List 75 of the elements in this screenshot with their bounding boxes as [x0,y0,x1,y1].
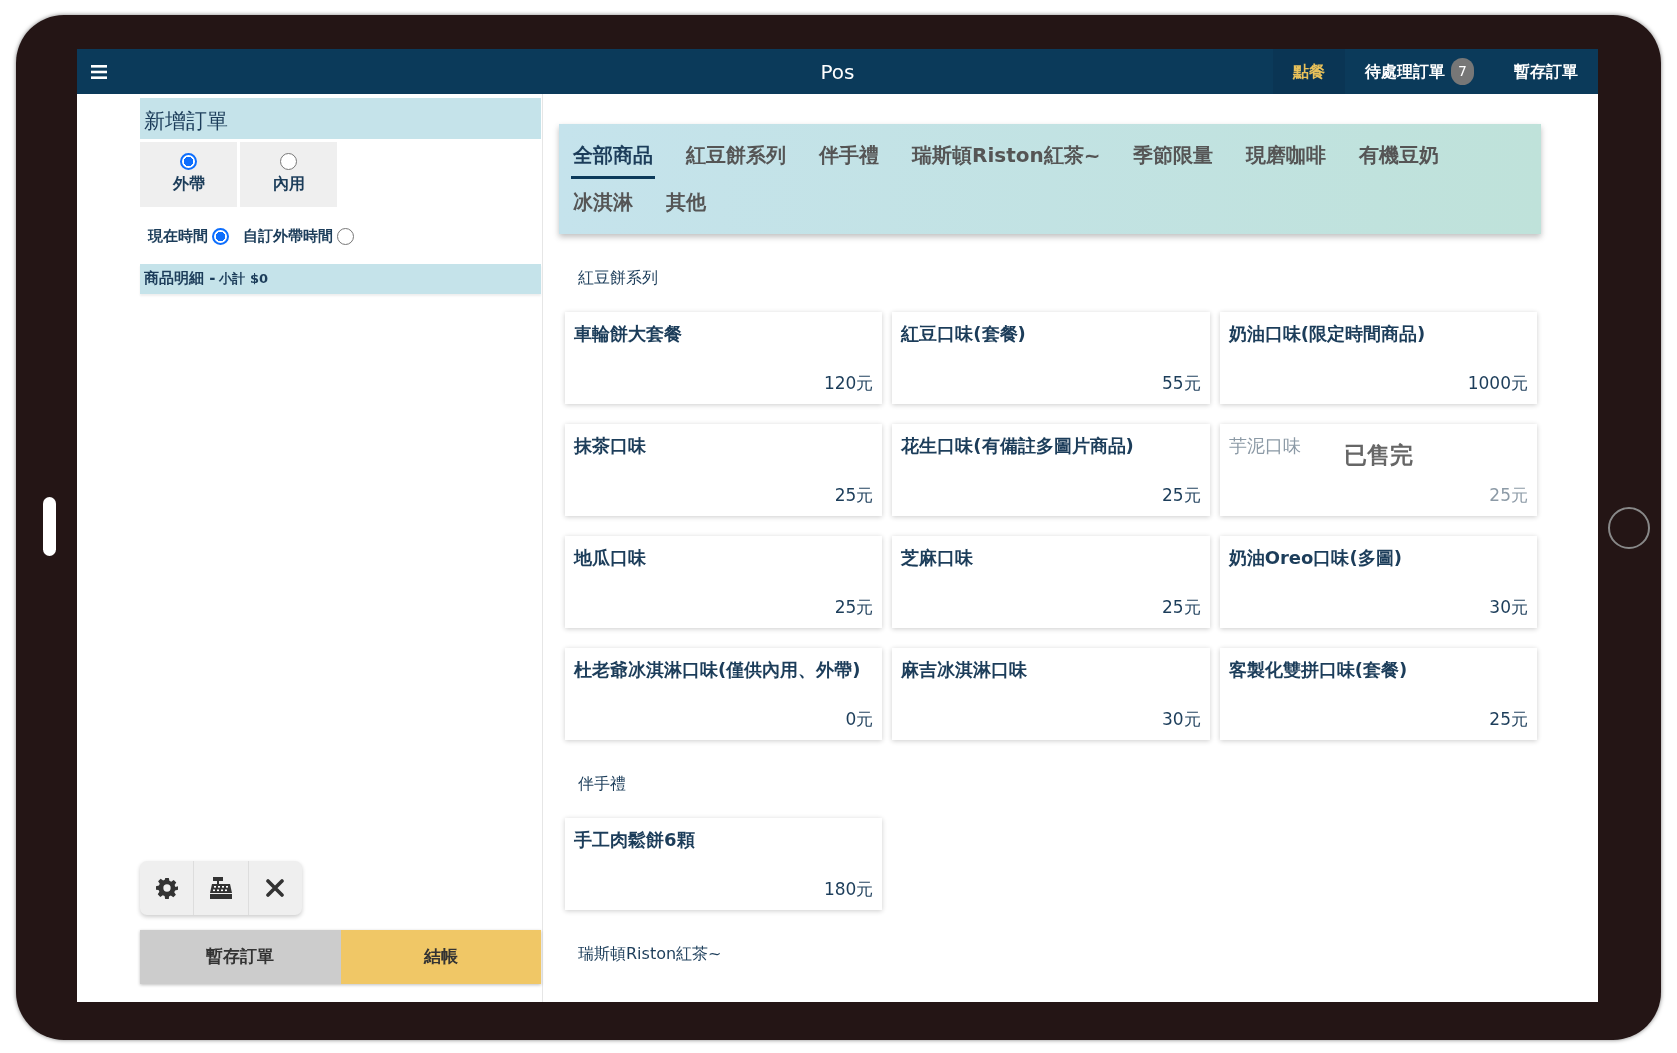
product-name: 手工肉鬆餅6顆 [574,828,695,852]
nav-link[interactable]: 待處理訂單 7 [1345,49,1494,94]
category-tab[interactable]: 現磨咖啡 [1244,134,1329,179]
product-price: 180元 [823,877,874,901]
product-price: 25元 [1162,595,1201,619]
product-card[interactable]: 紅豆口味(套餐) 55元 [892,312,1210,404]
product-price: 1000元 [1467,371,1528,395]
product-card[interactable]: 客製化雙拼口味(套餐) 25元 [1219,648,1537,740]
product-card[interactable]: 抹茶口味 25元 [565,424,883,516]
product-card[interactable]: 車輪餅大套餐 120元 [565,312,883,404]
category-tab[interactable]: 有機豆奶 [1357,134,1442,179]
product-card[interactable]: 地瓜口味 25元 [565,536,883,628]
product-price: 55元 [1162,371,1201,395]
save-order-button[interactable]: 暫存訂單 [140,930,341,984]
category-tab[interactable]: 瑞斯頓Riston紅茶~ [910,134,1103,179]
section-title: 紅豆餅系列 [577,267,659,289]
product-name: 奶油口味(限定時間商品) [1228,322,1426,346]
radio-button[interactable] [212,227,229,245]
product-price: 0元 [845,707,874,731]
product-price: 25元 [1489,707,1528,731]
sold-out-label: 已售完 [1343,441,1413,470]
panel-title: 新增訂單 [140,98,541,139]
section-title: 瑞斯頓Riston紅茶~ [577,943,723,965]
radio-button[interactable] [180,153,197,170]
product-name: 花生口味(有備註多圖片商品) [901,434,1134,458]
product-price: 120元 [823,371,874,395]
option-label: 內用 [272,173,305,195]
radio-button[interactable] [337,227,354,245]
product-price: 30元 [1489,595,1528,619]
product-price: 25元 [1489,483,1528,507]
product-name: 麻吉冰淇淋口味 [901,658,1028,682]
nav-link[interactable]: 暫存訂單 [1494,49,1598,94]
option-label: 自訂外帶時間 [243,226,333,247]
product-price: 30元 [1162,707,1201,731]
product-name: 抹茶口味 [574,434,646,458]
product-price: 25元 [1162,483,1201,507]
product-name: 客製化雙拼口味(套餐) [1228,658,1408,682]
product-name: 奶油Oreo口味(多圖) [1228,546,1402,570]
category-tab[interactable]: 伴手禮 [817,134,881,179]
product-name: 地瓜口味 [574,546,646,570]
settings-icon [155,877,178,899]
app-title: Pos [820,59,855,86]
category-tab[interactable]: 其他 [664,181,708,226]
detail-title: 商品明細 - [144,268,216,290]
option-label: 外帶 [172,173,205,195]
product-name: 杜老爺冰淇淋口味(僅供內用、外帶) [574,658,861,682]
product-name: 車輪餅大套餐 [574,322,682,346]
section-title: 伴手禮 [577,773,627,795]
product-card[interactable]: 奶油口味(限定時間商品) 1000元 [1219,312,1537,404]
option-label: 現在時間 [148,226,208,247]
product-name: 芋泥口味 [1228,434,1301,458]
product-name: 芝麻口味 [901,546,974,570]
category-tab[interactable]: 紅豆餅系列 [684,134,788,179]
product-price: 25元 [834,595,874,619]
product-price: 25元 [834,483,874,507]
count-badge: 7 [1451,58,1474,85]
cash-register-icon [209,876,233,900]
radio-button[interactable] [280,153,297,170]
category-tab[interactable]: 冰淇淋 [571,181,635,226]
product-card[interactable]: 芋泥口味 25元 已售完 [1219,424,1537,516]
product-card[interactable]: 奶油Oreo口味(多圖) 30元 [1219,536,1537,628]
checkout-button[interactable]: 結帳 [340,930,541,984]
category-tab[interactable]: 全部商品 [571,134,655,179]
product-card[interactable]: 芝麻口味 25元 [892,536,1210,628]
product-card[interactable]: 杜老爺冰淇淋口味(僅供內用、外帶) 0元 [565,648,883,740]
product-card[interactable]: 麻吉冰淇淋口味 30元 [892,648,1210,740]
close-icon [266,879,285,897]
product-card[interactable]: 花生口味(有備註多圖片商品) 25元 [892,424,1210,516]
order-type-option[interactable]: 外帶 [140,142,237,207]
order-type-option[interactable]: 內用 [240,142,337,207]
product-card[interactable]: 手工肉鬆餅6顆 180元 [565,818,883,910]
category-tab[interactable]: 季節限量 [1131,134,1216,179]
nav-link[interactable]: 點餐 [1273,49,1346,94]
product-name: 紅豆口味(套餐) [901,322,1026,346]
subtotal-text: 小計 $0 [219,269,269,288]
